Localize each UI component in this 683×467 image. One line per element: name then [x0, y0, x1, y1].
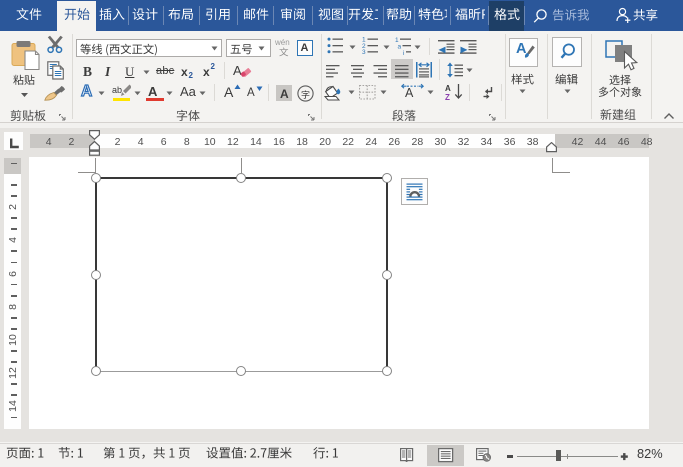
svg-text:3: 3 — [362, 49, 366, 55]
svg-text:a: a — [398, 44, 402, 51]
svg-text:i: i — [403, 50, 404, 55]
svg-text:A: A — [445, 84, 451, 93]
svg-text:Z: Z — [445, 93, 450, 101]
